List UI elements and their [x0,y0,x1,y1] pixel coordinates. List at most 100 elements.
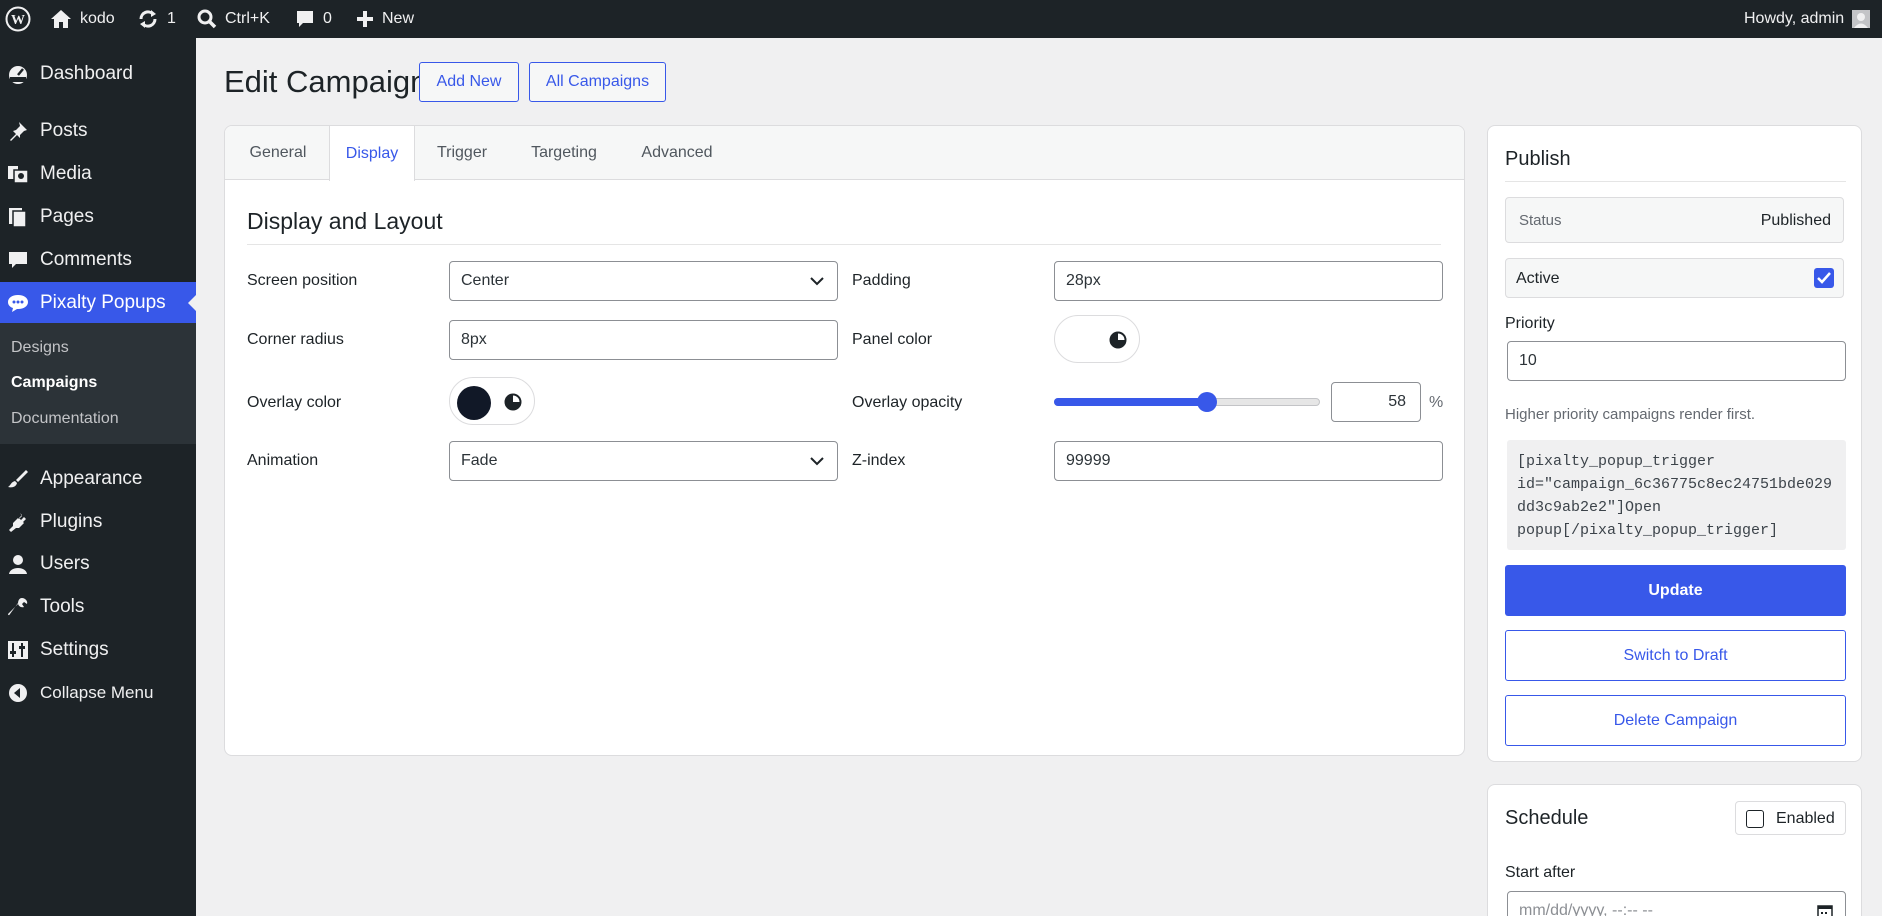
submenu-item-campaigns[interactable]: Campaigns [11,374,97,392]
schedule-enabled-toggle[interactable]: Enabled [1735,801,1846,835]
overlay-opacity-label: Overlay opacity [852,394,963,411]
sidebar-item-tools[interactable]: Tools [0,586,196,628]
schedule-title: Schedule [1505,807,1589,829]
shortcode-line: dd3c9ab2e2"]Open [1517,499,1662,516]
dashboard-icon [9,66,27,84]
active-checkbox[interactable] [1814,268,1834,288]
pixalty-submenu: Designs Campaigns Documentation [0,323,196,444]
tab-trigger[interactable]: Trigger [417,126,507,180]
animation-select[interactable]: Fade [449,441,838,481]
priority-input[interactable]: 10 [1507,341,1846,381]
calendar-icon[interactable] [1817,903,1833,916]
status-label: Status [1519,212,1562,229]
sidebar-collapse-menu[interactable]: Collapse Menu [0,672,196,714]
zindex-value: 99999 [1066,452,1111,469]
site-name: kodo [80,10,115,27]
sidebar-item-appearance[interactable]: Appearance [0,458,196,500]
updates-count: 1 [167,10,176,27]
refresh-icon [139,10,157,28]
sidebar-item-label: Plugins [40,511,103,532]
search-icon [197,9,217,29]
sidebar-item-pages[interactable]: Pages [0,196,196,238]
shortcode-line: popup[/pixalty_popup_trigger] [1517,522,1779,539]
active-row[interactable]: Active [1505,258,1844,298]
updates-link[interactable]: 1 [137,0,176,38]
submenu-item-designs[interactable]: Designs [11,339,69,357]
shortcode-line: id="campaign_6c36775c8ec24751bde029 [1517,476,1833,493]
start-after-input[interactable]: mm/dd/yyyy, --:-- -- [1507,891,1846,916]
screen-position-label: Screen position [247,272,358,289]
schedule-enabled-checkbox[interactable] [1746,810,1764,828]
overlay-color-label: Overlay color [247,394,342,411]
sidebar-item-label: Pixalty Popups [40,292,166,313]
tab-targeting[interactable]: Targeting [509,126,619,180]
submenu-item-documentation[interactable]: Documentation [11,410,119,428]
wordpress-logo-icon[interactable]: W [5,0,31,38]
overlay-opacity-input[interactable]: 58 [1331,382,1421,422]
sidebar-item-label: Dashboard [40,63,133,84]
eyedropper-icon[interactable] [1109,331,1127,349]
publish-divider [1505,181,1846,182]
panel-color-swatch [1062,324,1096,358]
schedule-enabled-label: Enabled [1776,810,1835,827]
greeting: Howdy, admin [1744,10,1845,27]
sidebar-item-plugins[interactable]: Plugins [0,501,196,543]
all-campaigns-button[interactable]: All Campaigns [529,62,666,102]
new-content-link[interactable]: New [356,0,414,38]
section-title: Display and Layout [247,208,443,234]
padding-value: 28px [1066,272,1101,289]
sidebar-item-media[interactable]: Media [0,153,196,195]
tab-advanced[interactable]: Advanced [621,126,733,180]
padding-label: Padding [852,272,911,289]
overlay-color-picker[interactable] [449,377,535,425]
settings-icon [8,641,28,659]
animation-label: Animation [247,452,319,469]
sidebar-item-label: Appearance [40,468,143,489]
site-name-link[interactable]: kodo [50,0,115,38]
tab-display[interactable]: Display [329,126,415,181]
chevron-down-icon [810,457,824,466]
sidebar-item-pixalty-popups[interactable]: Pixalty Popups [0,282,196,324]
slider-thumb[interactable] [1196,392,1217,412]
page-title: Edit Campaign [224,64,428,99]
sidebar-item-label: Comments [40,249,132,270]
corner-radius-label: Corner radius [247,331,344,348]
add-new-button[interactable]: Add New [419,62,519,102]
sidebar-item-comments[interactable]: Comments [0,239,196,281]
tab-bar: General Display Trigger Targeting Advanc… [225,126,1464,181]
corner-radius-input[interactable]: 8px [449,320,838,360]
wrench-icon [8,598,28,616]
sidebar-item-settings[interactable]: Settings [0,629,196,671]
publish-box: Publish Status Published Active Priority… [1487,125,1862,762]
shortcode-box[interactable]: [pixalty_popup_trigger id="campaign_6c367… [1507,440,1846,550]
switch-to-draft-button[interactable]: Switch to Draft [1505,630,1846,681]
shortcode-line: [pixalty_popup_trigger [1517,453,1716,470]
comment-icon [9,252,27,268]
sidebar-item-posts[interactable]: Posts [0,110,196,152]
sidebar-item-users[interactable]: Users [0,543,196,585]
pages-icon [9,208,27,227]
campaign-editor-panel: General Display Trigger Targeting Advanc… [224,125,1465,756]
comments-link[interactable]: 0 [295,0,332,38]
sidebar-item-label: Tools [40,596,85,617]
admin-sidebar: Dashboard Posts Media Pages Comments Pix… [0,38,196,916]
pin-icon [10,122,27,141]
sidebar-item-dashboard[interactable]: Dashboard [0,53,196,95]
overlay-opacity-slider[interactable] [1054,392,1320,412]
start-after-placeholder: mm/dd/yyyy, --:-- -- [1519,902,1653,916]
status-row: Status Published [1505,197,1844,243]
delete-campaign-button[interactable]: Delete Campaign [1505,695,1846,746]
search-link[interactable]: Ctrl+K [197,0,270,38]
screen-position-select[interactable]: Center [449,261,838,301]
padding-input[interactable]: 28px [1054,261,1443,301]
animation-value: Fade [461,452,498,469]
eyedropper-icon[interactable] [504,393,522,411]
publish-title: Publish [1505,148,1571,170]
avatar [1852,10,1871,28]
tab-general[interactable]: General [229,126,327,180]
update-button[interactable]: Update [1505,565,1846,616]
zindex-input[interactable]: 99999 [1054,441,1443,481]
panel-color-picker[interactable] [1054,315,1140,363]
priority-value: 10 [1519,352,1537,369]
account-menu[interactable]: Howdy, admin [1744,0,1871,38]
